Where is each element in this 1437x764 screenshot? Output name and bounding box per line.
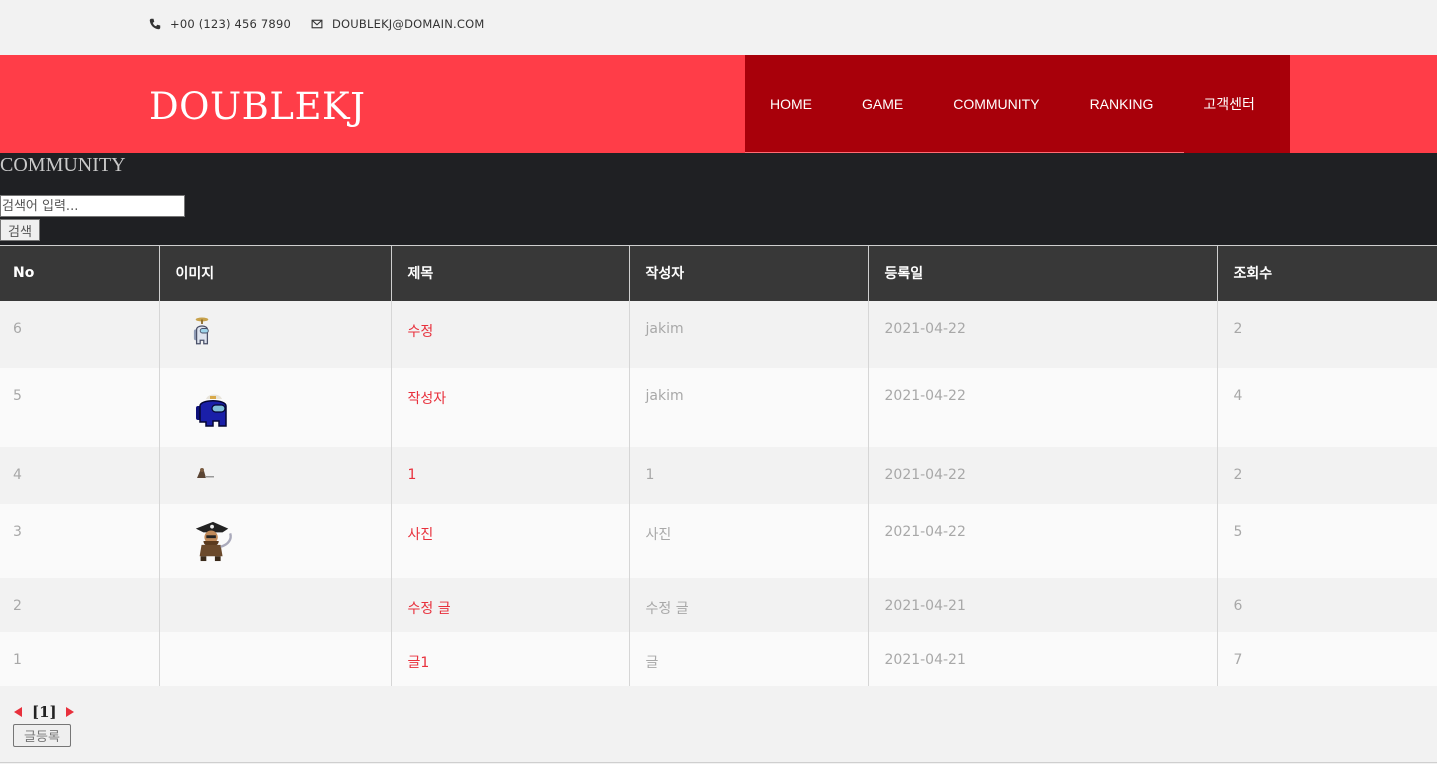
row-date: 2021-04-22: [884, 466, 966, 483]
row-author: jakim: [645, 320, 684, 337]
row-no: 4: [13, 466, 22, 483]
phone-contact: +00 (123) 456 7890: [149, 17, 291, 31]
row-date: 2021-04-21: [884, 651, 966, 668]
search-input[interactable]: [0, 195, 185, 217]
nav-community[interactable]: COMMUNITY: [928, 96, 1064, 112]
small-creature-icon[interactable]: [192, 466, 216, 482]
row-date: 2021-04-22: [884, 523, 966, 540]
community-table: No 이미지 제목 작성자 등록일 조회수 6 수정 jakim 2021-04…: [0, 245, 1437, 686]
site-header: DOUBLEKJ HOME GAME COMMUNITY RANKING 고객센…: [0, 55, 1437, 153]
row-views: 2: [1233, 466, 1243, 483]
col-header-date: 등록일: [867, 245, 1217, 301]
write-post-button[interactable]: 글등록: [13, 724, 71, 747]
row-author: 글: [645, 654, 659, 671]
row-date: 2021-04-22: [884, 320, 966, 337]
row-no: 3: [13, 523, 22, 540]
top-contact-bar: +00 (123) 456 7890 DOUBLEKJ@DOMAIN.COM: [0, 0, 1437, 55]
row-author: jakim: [645, 387, 684, 404]
divider: [0, 762, 1437, 763]
row-views: 7: [1233, 651, 1243, 668]
row-title-link[interactable]: 작성자: [408, 388, 629, 408]
crewmate-blue-icon[interactable]: [192, 384, 236, 432]
table-row[interactable]: 4 1 1 2021-04-22 2: [0, 446, 1437, 504]
nav-customer-center[interactable]: 고객센터: [1178, 94, 1280, 114]
row-title-link[interactable]: 수정: [408, 321, 629, 341]
row-no: 2: [13, 597, 22, 614]
brand-logo[interactable]: DOUBLEKJ: [149, 85, 365, 128]
col-header-no: No: [0, 245, 159, 301]
search-section: COMMUNITY 검색: [0, 153, 1437, 245]
table-row[interactable]: 1 글1 글 2021-04-21 7: [0, 631, 1437, 686]
prev-page-icon[interactable]: [14, 707, 22, 717]
phone-icon: [149, 18, 161, 30]
phone-number: +00 (123) 456 7890: [170, 17, 291, 31]
row-author: 수정 글: [645, 600, 689, 617]
table-row[interactable]: 5 작성자 jakim 2021-04-22 4: [0, 367, 1437, 447]
row-author: 사진: [645, 526, 672, 543]
table-header-row: No 이미지 제목 작성자 등록일 조회수: [0, 245, 1437, 301]
contact-info: +00 (123) 456 7890 DOUBLEKJ@DOMAIN.COM: [149, 17, 504, 31]
row-no: 5: [13, 387, 22, 404]
row-views: 4: [1233, 387, 1243, 404]
row-date: 2021-04-21: [884, 597, 966, 614]
row-image-empty: [158, 577, 391, 632]
nav-ranking[interactable]: RANKING: [1065, 96, 1179, 112]
email-contact: DOUBLEKJ@DOMAIN.COM: [311, 17, 484, 31]
row-image-empty: [158, 631, 391, 686]
email-address: DOUBLEKJ@DOMAIN.COM: [331, 17, 485, 31]
row-title-link[interactable]: 수정 글: [408, 598, 629, 618]
row-views: 6: [1233, 597, 1243, 614]
row-title-link[interactable]: 사진: [408, 524, 629, 544]
row-views: 2: [1233, 320, 1243, 337]
row-no: 1: [13, 651, 22, 668]
page-title: COMMUNITY: [0, 154, 126, 176]
col-header-author: 작성자: [628, 245, 868, 301]
pirate-character-icon[interactable]: [190, 520, 236, 562]
current-page[interactable]: [1]: [32, 703, 57, 721]
envelope-icon: [311, 19, 323, 29]
row-title-link[interactable]: 1: [408, 467, 629, 483]
row-author: 1: [645, 466, 655, 483]
search-button[interactable]: 검색: [0, 219, 40, 241]
table-row[interactable]: 2 수정 글 수정 글 2021-04-21 6: [0, 577, 1437, 632]
table-row[interactable]: 3 사진 사진 2021-04-22 5: [0, 503, 1437, 578]
col-header-image: 이미지: [158, 245, 391, 301]
nav-home[interactable]: HOME: [745, 96, 837, 112]
pagination: [1]: [14, 703, 74, 721]
row-date: 2021-04-22: [884, 387, 966, 404]
crewmate-white-propeller-icon[interactable]: [184, 315, 220, 351]
row-title-link[interactable]: 글1: [408, 652, 629, 672]
nav-game[interactable]: GAME: [837, 96, 928, 112]
row-views: 5: [1233, 523, 1243, 540]
table-row[interactable]: 6 수정 jakim 2021-04-22 2: [0, 300, 1437, 368]
col-header-views: 조회수: [1216, 245, 1437, 301]
main-nav: HOME GAME COMMUNITY RANKING 고객센터: [745, 55, 1290, 153]
row-no: 6: [13, 320, 22, 337]
next-page-icon[interactable]: [65, 707, 74, 717]
col-header-title: 제목: [390, 245, 629, 301]
